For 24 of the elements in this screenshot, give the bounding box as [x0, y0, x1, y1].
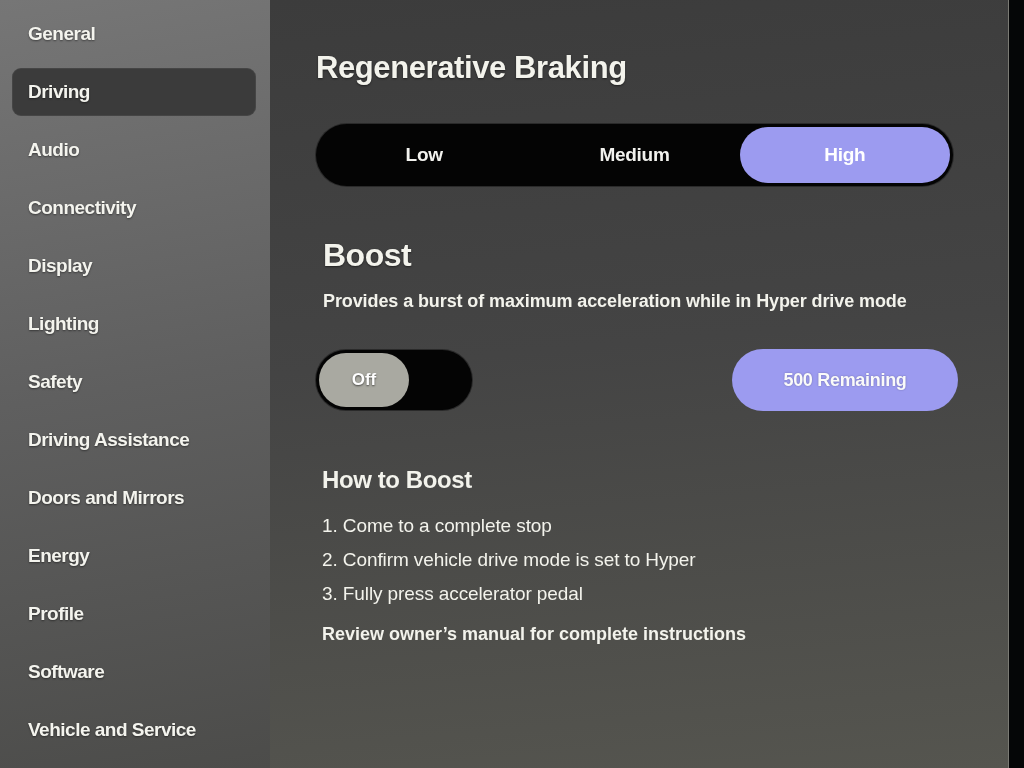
sidebar-item[interactable]: Driving: [12, 68, 256, 116]
braking-level-option[interactable]: Medium: [529, 127, 740, 183]
sidebar-item[interactable]: Software: [12, 648, 256, 696]
sidebar-item[interactable]: Driving Assistance: [12, 416, 256, 464]
instruction-step: 1. Come to a complete stop: [322, 515, 552, 537]
sidebar-item[interactable]: Audio: [12, 126, 256, 174]
braking-level-option[interactable]: Low: [319, 127, 530, 183]
sidebar-item[interactable]: Connectivity: [12, 184, 256, 232]
section-title: Boost: [323, 237, 412, 274]
sidebar-item[interactable]: Lighting: [12, 300, 256, 348]
section-title: Regenerative Braking: [316, 50, 627, 86]
boosts-remaining-pill: 500 Remaining: [732, 349, 958, 411]
sidebar-item[interactable]: Safety: [12, 358, 256, 406]
subsection-title: How to Boost: [322, 466, 472, 494]
manual-note: Review owner’s manual for complete instructions: [322, 624, 747, 645]
sidebar-item[interactable]: Energy: [12, 532, 256, 580]
sidebar-item[interactable]: Profile: [12, 590, 256, 638]
instruction-step: 2. Confirm vehicle drive mode is set to Hyper: [322, 549, 696, 571]
sidebar-item[interactable]: Doors and Mirrors: [12, 474, 256, 522]
instruction-step: 3. Fully press accelerator pedal: [322, 583, 583, 605]
sidebar-item[interactable]: Vehicle and Service: [12, 706, 256, 754]
description-text: Provides a burst of maximum acceleration while in Hyper drive mode: [323, 291, 907, 312]
sidebar-item[interactable]: General: [12, 10, 256, 58]
sidebar-item[interactable]: Display: [12, 242, 256, 290]
